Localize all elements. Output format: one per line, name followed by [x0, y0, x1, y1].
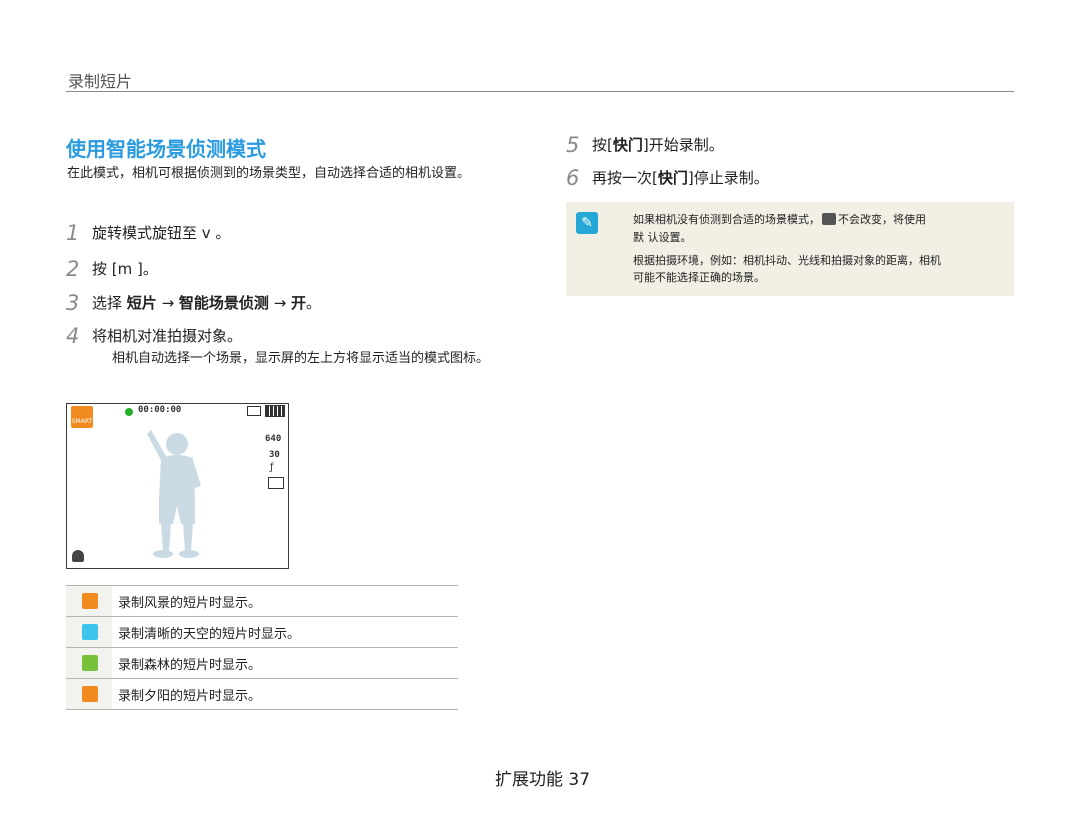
page-footer: 扩展功能 37 — [495, 770, 591, 790]
step-number: 5 — [566, 133, 580, 157]
step-2: 2 按 [m ]。 — [66, 257, 158, 281]
section-title: 录制短片 — [68, 72, 133, 91]
step-number: 6 — [566, 166, 580, 190]
step-number: 2 — [66, 257, 80, 281]
step-text: 旋转模式旋钮至 v 。 — [92, 224, 231, 242]
shutter-label: 快门 — [657, 169, 688, 187]
step-number: 3 — [66, 291, 80, 315]
menu-on: 开 — [291, 294, 307, 312]
note-pencil-icon: ✎ — [576, 212, 598, 234]
record-time: 00:00:00 — [138, 405, 182, 415]
battery-icon — [265, 405, 285, 417]
note-line-1: 如果相机没有侦测到合适的场景模式， 不会改变，将使用 — [633, 213, 926, 226]
sunset-icon — [82, 686, 98, 702]
record-indicator-icon — [125, 408, 133, 416]
step-4-description: 相机自动选择一个场景，显示屏的左上方将显示适当的模式图标。 — [112, 351, 490, 366]
intro-text: 在此模式，相机可根据侦测到的场景类型，自动选择合适的相机设置。 — [67, 166, 471, 181]
step-text: 按 [m ]。 — [92, 260, 158, 278]
table-row: 录制清晰的天空的短片时显示。 — [66, 616, 458, 647]
table-row: 录制风景的短片时显示。 — [66, 585, 458, 616]
scene-icon-table: 录制风景的短片时显示。 录制清晰的天空的短片时显示。 录制森林的短片时显示。 录… — [66, 585, 458, 710]
step-text: 将相机对准拍摄对象。 — [92, 327, 243, 345]
forest-icon — [82, 655, 98, 671]
landscape-icon — [82, 593, 98, 609]
step-3: 3 选择 短片 → 智能场景侦测 → 开。 — [66, 291, 322, 315]
menu-short-film: 短片 — [126, 294, 157, 312]
step-1: 1 旋转模式旋钮至 v 。 — [66, 221, 230, 245]
note-line-2: 默 认设置。 — [633, 231, 692, 244]
header-divider — [66, 91, 1014, 92]
storage-icon — [247, 406, 261, 416]
shutter-label: 快门 — [612, 136, 643, 154]
note-line-4: 可能不能选择正确的场景。 — [633, 271, 765, 284]
smart-movie-icon — [822, 213, 836, 225]
step-5: 5 按[快门]开始录制。 — [566, 133, 724, 157]
table-row: 录制森林的短片时显示。 — [66, 647, 458, 678]
child-figure-illustration — [147, 430, 201, 558]
step-number: 1 — [66, 221, 80, 245]
fps-label: 30 — [269, 450, 280, 460]
blue-sky-icon — [82, 624, 98, 640]
sound-off-icon: ƒ — [270, 462, 274, 473]
step-4: 4 将相机对准拍摄对象。 — [66, 324, 242, 348]
step-6: 6 再按一次[快门]停止录制。 — [566, 166, 769, 190]
metering-icon — [268, 477, 284, 489]
resolution-label: 640 — [265, 434, 282, 444]
smart-mode-icon: SMART — [71, 406, 93, 428]
menu-smart-scene: 智能场景侦测 — [178, 294, 269, 312]
step-number: 4 — [66, 324, 80, 348]
stabilizer-icon — [72, 550, 84, 562]
camera-screen-preview: SMART 00:00:00 640 30 ƒ — [66, 403, 289, 569]
page-heading: 使用智能场景侦测模式 — [66, 137, 266, 161]
table-row: 录制夕阳的短片时显示。 — [66, 678, 458, 710]
note-line-3: 根据拍摄环境，例如：相机抖动、光线和拍摄对象的距离，相机 — [633, 254, 941, 267]
